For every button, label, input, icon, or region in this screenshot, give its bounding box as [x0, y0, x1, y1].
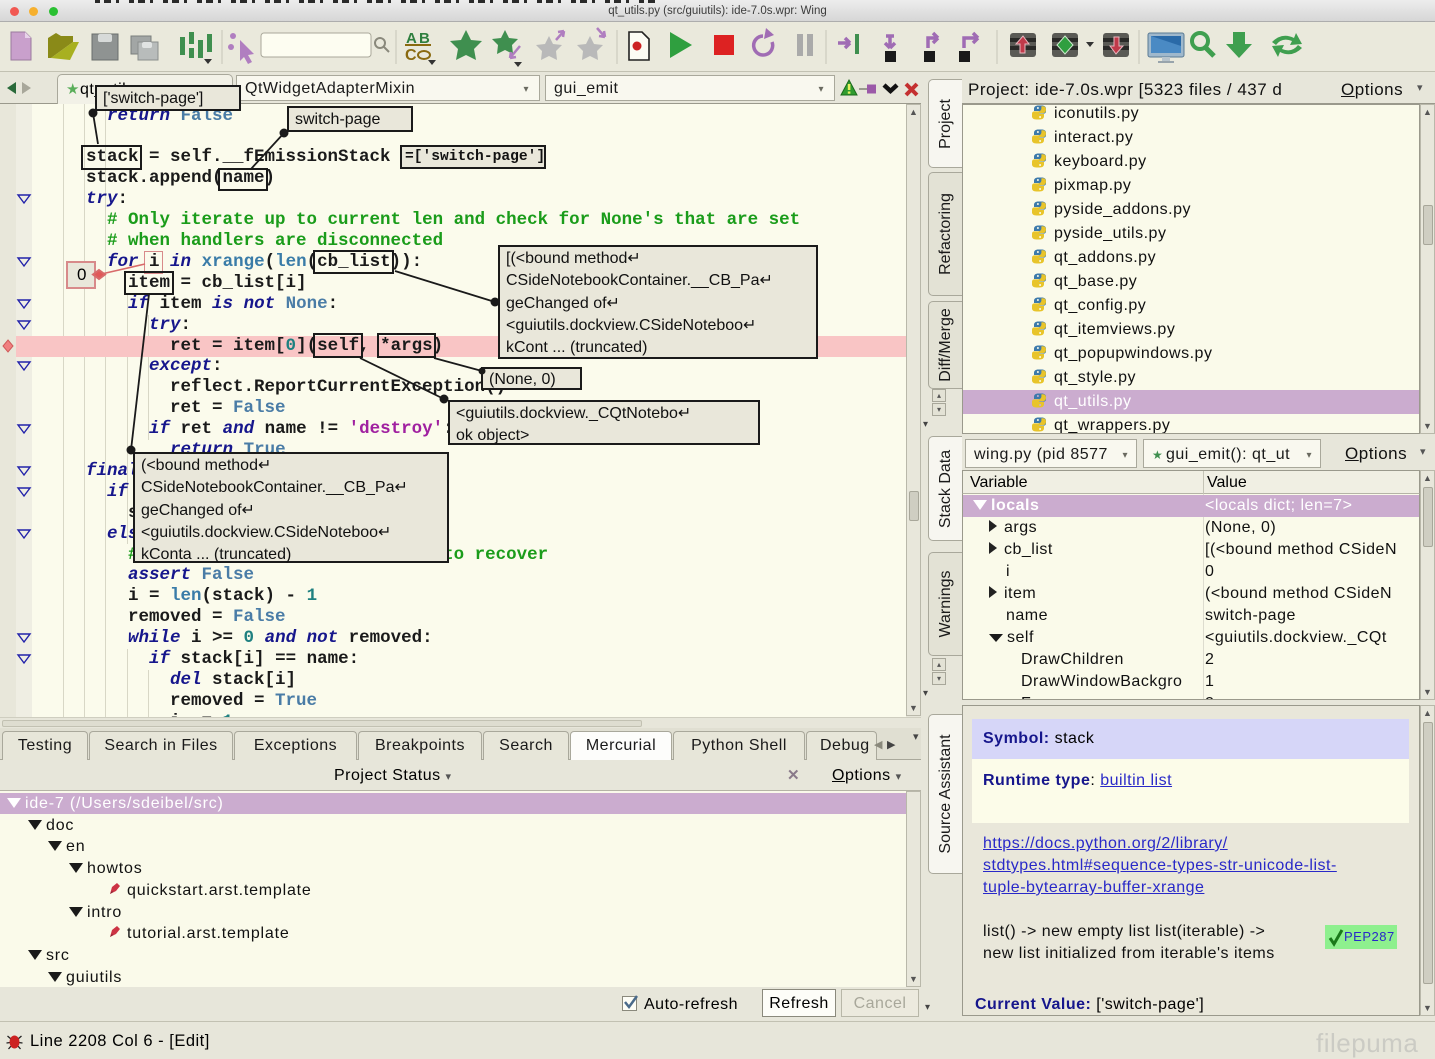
svg-text:C: C	[405, 47, 417, 64]
